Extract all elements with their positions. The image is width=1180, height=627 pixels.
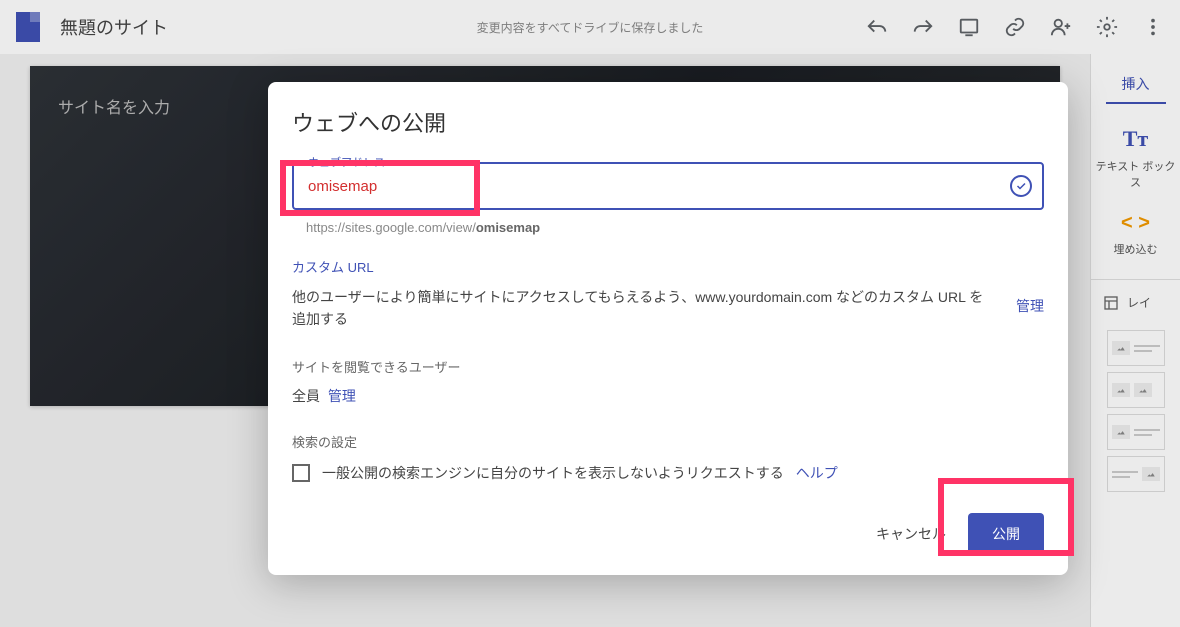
link-icon[interactable]: [1004, 16, 1026, 38]
insert-embed[interactable]: < > 埋め込む: [1096, 212, 1176, 257]
manage-custom-url-button[interactable]: 管理: [1016, 296, 1044, 316]
image-icon: [1134, 383, 1152, 397]
textbox-icon: Tᴛ: [1123, 126, 1148, 152]
image-icon: [1112, 425, 1130, 439]
site-name-placeholder[interactable]: サイト名を入力: [58, 100, 170, 117]
topbar: 無題のサイト 変更内容をすべてドライブに保存しました: [0, 0, 1180, 54]
cancel-button[interactable]: キャンセル: [864, 514, 958, 554]
embed-icon: < >: [1121, 212, 1150, 235]
web-address-input[interactable]: [292, 162, 1044, 210]
app-logo-icon[interactable]: [16, 12, 40, 42]
web-address-field: ウェブアドレス: [292, 162, 1044, 210]
redo-icon[interactable]: [912, 16, 934, 38]
preview-icon[interactable]: [958, 16, 980, 38]
layout-section[interactable]: レイ: [1091, 294, 1180, 311]
layout-option-3[interactable]: [1107, 414, 1165, 450]
gear-icon[interactable]: [1096, 16, 1118, 38]
noindex-checkbox[interactable]: [292, 464, 310, 482]
viewer-row: 全員 管理: [292, 386, 1044, 406]
viewer-label: サイトを閲覧できるユーザー: [292, 357, 1044, 376]
save-status: 変更内容をすべてドライブに保存しました: [477, 19, 704, 36]
custom-url-description: 他のユーザーにより簡単にサイトにアクセスしてもらえるよう、www.yourdom…: [292, 286, 986, 331]
image-icon: [1112, 383, 1130, 397]
image-icon: [1142, 467, 1160, 481]
layout-option-4[interactable]: [1107, 456, 1165, 492]
document-title[interactable]: 無題のサイト: [60, 14, 168, 40]
more-icon[interactable]: [1142, 16, 1164, 38]
layout-option-2[interactable]: [1107, 372, 1165, 408]
layout-option-1[interactable]: [1107, 330, 1165, 366]
undo-icon[interactable]: [866, 16, 888, 38]
publish-button[interactable]: 公開: [968, 513, 1044, 555]
tab-insert[interactable]: 挿入: [1106, 64, 1166, 104]
checkbox-label: 一般公開の検索エンジンに自分のサイトを表示しないようリクエストする: [322, 463, 784, 483]
check-circle-icon: [1010, 175, 1032, 197]
layout-icon: [1103, 295, 1119, 311]
search-settings-label: 検索の設定: [292, 432, 1044, 451]
manage-viewers-button[interactable]: 管理: [328, 388, 356, 404]
insert-textbox[interactable]: Tᴛ テキスト ボックス: [1096, 126, 1176, 190]
image-icon: [1112, 341, 1130, 355]
side-panel: 挿入 Tᴛ テキスト ボックス < > 埋め込む レイ: [1090, 54, 1180, 627]
help-link[interactable]: ヘルプ: [796, 463, 838, 483]
search-checkbox-row: 一般公開の検索エンジンに自分のサイトを表示しないようリクエストする ヘルプ: [292, 463, 1044, 483]
add-person-icon[interactable]: [1050, 16, 1072, 38]
publish-dialog: ウェブへの公開 ウェブアドレス https://sites.google.com…: [268, 82, 1068, 575]
url-preview: https://sites.google.com/view/omisemap: [292, 220, 1044, 235]
custom-url-label: カスタム URL: [292, 257, 1044, 276]
dialog-title: ウェブへの公開: [268, 106, 1068, 138]
field-label: ウェブアドレス: [304, 154, 389, 170]
divider: [1091, 279, 1180, 280]
